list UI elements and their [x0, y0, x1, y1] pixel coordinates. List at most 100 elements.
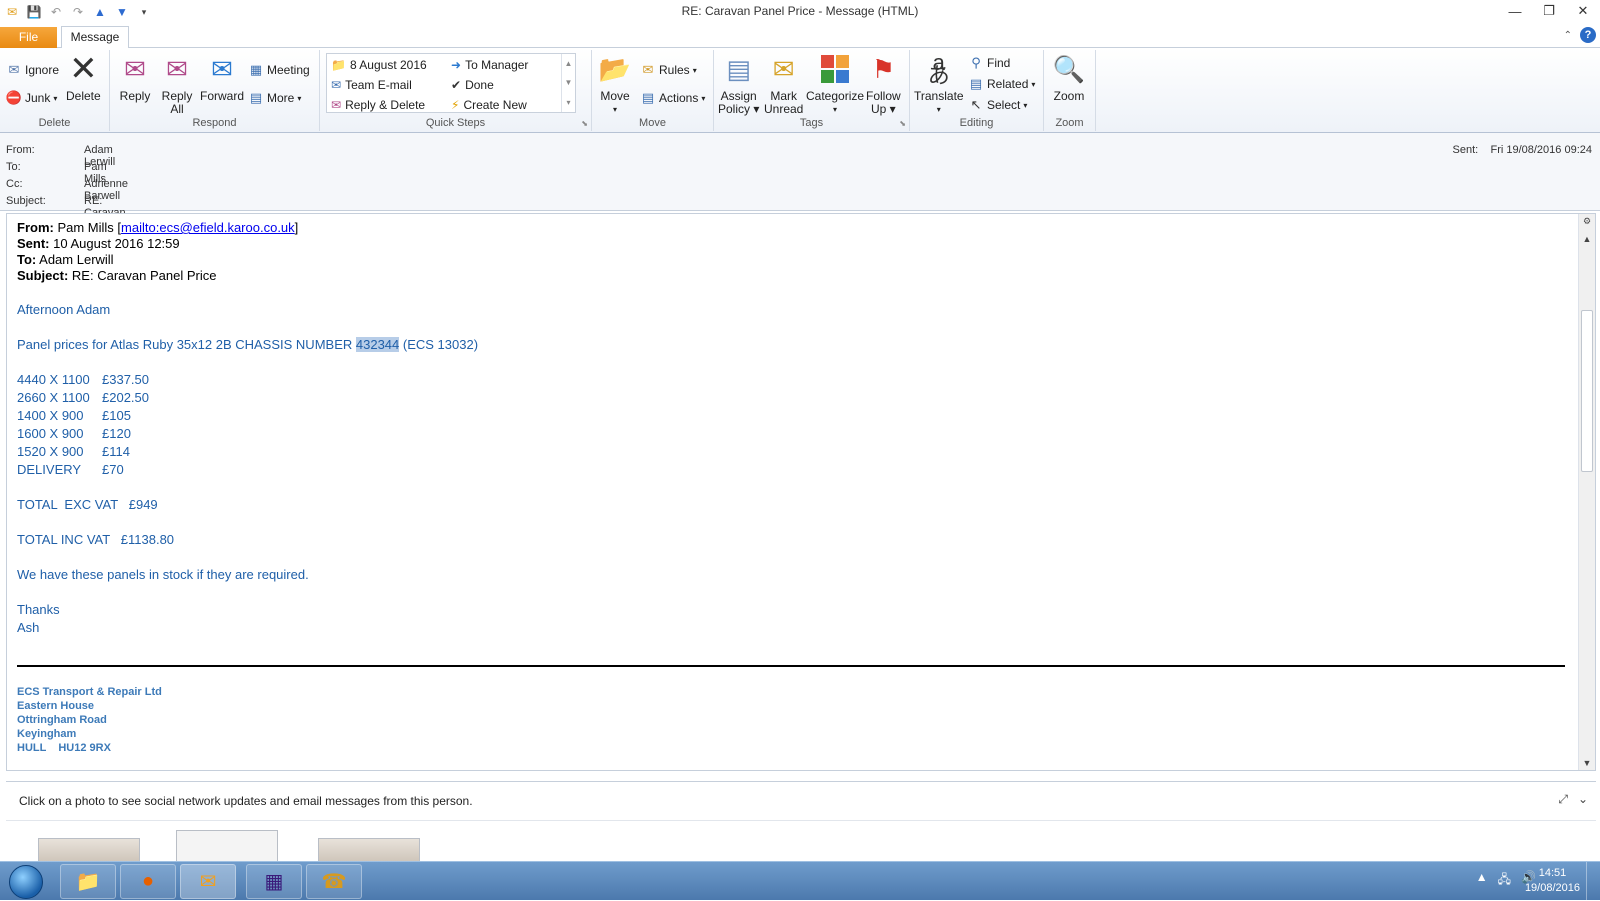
contact-photo[interactable]	[318, 838, 420, 862]
calculator-icon: ▦	[264, 871, 284, 893]
contact-photo[interactable]	[38, 838, 140, 862]
tab-file[interactable]: File	[0, 27, 57, 48]
scroll-down-icon[interactable]: ▼	[565, 78, 573, 87]
follow-up-button[interactable]: ⚑ Follow Up ▾	[866, 52, 901, 116]
quick-step-team-email[interactable]: ✉ Team E-mail	[331, 78, 412, 92]
rules-icon: ✉	[642, 62, 654, 77]
redo-icon[interactable]: ↷	[70, 4, 86, 20]
ignore-icon: ✉	[8, 62, 20, 77]
start-button[interactable]	[4, 863, 48, 900]
price-row: 1600 X 900 £120	[17, 426, 131, 441]
undo-icon[interactable]: ↶	[48, 4, 64, 20]
forward-button[interactable]: ✉ Forward	[200, 52, 244, 103]
mark-unread-button[interactable]: ✉ Mark Unread	[764, 52, 803, 116]
help-icon[interactable]: ?	[1580, 27, 1596, 43]
rules-button[interactable]: ✉ Rules ▾	[640, 62, 697, 78]
group-label-editing: Editing	[959, 117, 994, 129]
actions-button[interactable]: ▤ Actions ▾	[640, 90, 706, 106]
thanks-line: Thanks	[17, 602, 60, 617]
more-button[interactable]: ▤ More ▾	[248, 90, 302, 106]
dropdown-arrow-icon: ▾	[1031, 79, 1036, 89]
related-button[interactable]: ▤ Related ▾	[968, 76, 1036, 92]
reply-all-button[interactable]: ✉ Reply All	[160, 52, 194, 116]
meeting-icon: ▦	[249, 62, 263, 77]
save-icon[interactable]: 💾	[26, 4, 42, 20]
firefox-taskbar-button[interactable]: ●	[120, 864, 176, 899]
intro-line: Panel prices for Atlas Ruby 35x12 2B CHA…	[17, 337, 479, 352]
group-label-respond: Respond	[192, 117, 237, 129]
quick-step-create-new[interactable]: ⚡ Create New	[451, 98, 527, 112]
meeting-button[interactable]: ▦ Meeting	[248, 62, 310, 78]
scroll-up-icon[interactable]: ▲	[1579, 234, 1595, 244]
taskbar: 📁 ● ✉ ▦ ☎ ▲ 🖧 🔊 14:51 19/08/2016	[0, 861, 1600, 901]
expand-pane-icon[interactable]: ⤢	[1558, 792, 1568, 807]
customize-qat-icon[interactable]: ▾	[136, 4, 152, 20]
clock[interactable]: 14:51 19/08/2016	[1525, 866, 1580, 896]
price-row: 4440 X 1100 £337.50	[17, 372, 149, 387]
move-button[interactable]: 📂 Move ▾	[598, 52, 632, 116]
respond-group: ✉ Reply ✉ Reply All ✉ Forward ▦ Meeting …	[110, 50, 320, 131]
scroll-settings-icon[interactable]: ⚙	[1579, 216, 1595, 227]
quick-step-to-manager[interactable]: ➜ To Manager	[451, 58, 528, 72]
junk-icon: ⛔	[5, 90, 23, 105]
minimize-icon[interactable]: —	[1498, 0, 1532, 22]
tab-message[interactable]: Message	[61, 26, 129, 49]
mark-unread-icon: ✉	[772, 53, 795, 84]
select-button[interactable]: ↖ Select ▾	[968, 97, 1028, 113]
minimize-ribbon-icon[interactable]: ⌃	[1564, 30, 1572, 41]
app-taskbar-button[interactable]: ▦	[246, 864, 302, 899]
phone-taskbar-button[interactable]: ☎	[306, 864, 362, 899]
quoted-header: From: Pam Mills [mailto:ecs@efield.karoo…	[17, 220, 299, 283]
expand-gallery-icon[interactable]: ▾	[566, 98, 570, 107]
reply-button[interactable]: ✉ Reply	[118, 52, 152, 103]
telephone-icon: ☎	[321, 871, 347, 893]
ignore-button[interactable]: ✉ Ignore	[6, 62, 59, 78]
delete-button[interactable]: ✕ Delete	[66, 52, 101, 103]
translate-button[interactable]: aあ Translate ▾	[914, 52, 964, 116]
find-button[interactable]: ⚲ Find	[968, 55, 1010, 71]
quick-steps-scroll[interactable]: ▲ ▼ ▾	[561, 54, 575, 112]
tray-expand-icon[interactable]: ▲	[1476, 870, 1488, 891]
dropdown-arrow-icon: ▾	[701, 93, 706, 103]
move-group: 📂 Move ▾ ✉ Rules ▾ ▤ Actions ▾ Move	[592, 50, 714, 131]
scroll-down-icon[interactable]: ▼	[1579, 758, 1595, 768]
close-icon[interactable]: ✕	[1566, 0, 1600, 22]
firefox-icon: ●	[141, 870, 155, 892]
dropdown-arrow-icon: ▾	[53, 93, 58, 103]
show-desktop-button[interactable]	[1586, 862, 1600, 901]
scroll-up-icon[interactable]: ▲	[565, 59, 573, 68]
previous-item-icon[interactable]: ▲	[92, 4, 108, 20]
mailto-link[interactable]: mailto:ecs@efield.karoo.co.uk	[121, 220, 295, 235]
reply-delete-icon: ✉	[331, 98, 342, 112]
junk-button[interactable]: ⛔ Junk ▾	[6, 90, 57, 106]
outlook-taskbar-button[interactable]: ✉	[180, 864, 236, 899]
assign-policy-button[interactable]: ▤ Assign Policy ▾	[718, 52, 759, 116]
network-icon[interactable]: 🖧	[1498, 870, 1511, 891]
scroll-thumb[interactable]	[1581, 310, 1593, 472]
editing-group: aあ Translate ▾ ⚲ Find ▤ Related ▾ ↖ Sele…	[910, 50, 1044, 131]
quick-step-8-august[interactable]: 📁 8 August 2016	[331, 58, 427, 72]
contact-photo[interactable]	[176, 830, 278, 862]
group-label-zoom: Zoom	[1055, 117, 1084, 129]
collapse-pane-icon[interactable]: ⌄	[1578, 792, 1588, 807]
window-title: RE: Caravan Panel Price - Message (HTML)	[681, 4, 919, 18]
assign-policy-icon: ▤	[726, 53, 751, 84]
dropdown-arrow-icon: ▾	[936, 105, 941, 114]
total-inc-vat: TOTAL INC VAT £1138.80	[17, 532, 175, 547]
dropdown-arrow-icon: ▾	[297, 93, 302, 103]
window-controls: — ❐ ✕	[1498, 0, 1600, 22]
restore-icon[interactable]: ❐	[1532, 0, 1566, 22]
categorize-button[interactable]: Categorize ▾	[806, 52, 864, 116]
quick-step-reply-delete[interactable]: ✉ Reply & Delete	[331, 98, 425, 112]
people-pane-hint: Click on a photo to see social network u…	[19, 794, 473, 808]
quick-steps-gallery: 📁 8 August 2016 ✉ Team E-mail ✉ Reply & …	[326, 53, 576, 113]
greeting: Afternoon Adam	[17, 302, 111, 317]
next-item-icon[interactable]: ▼	[114, 4, 130, 20]
message-body[interactable]: From: Pam Mills [mailto:ecs@efield.karoo…	[6, 213, 1596, 771]
explorer-taskbar-button[interactable]: 📁	[60, 864, 116, 899]
quick-access-toolbar: ✉ 💾 ↶ ↷ ▲ ▼ ▾	[0, 4, 152, 20]
quick-step-done[interactable]: ✔ Done	[451, 78, 494, 92]
zoom-button[interactable]: 🔍 Zoom	[1052, 52, 1086, 103]
body-scrollbar[interactable]: ⚙ ▲ ▼	[1578, 214, 1595, 770]
message-header: From: Adam Lerwill To: Pam Mills Cc: Adr…	[0, 133, 1600, 243]
